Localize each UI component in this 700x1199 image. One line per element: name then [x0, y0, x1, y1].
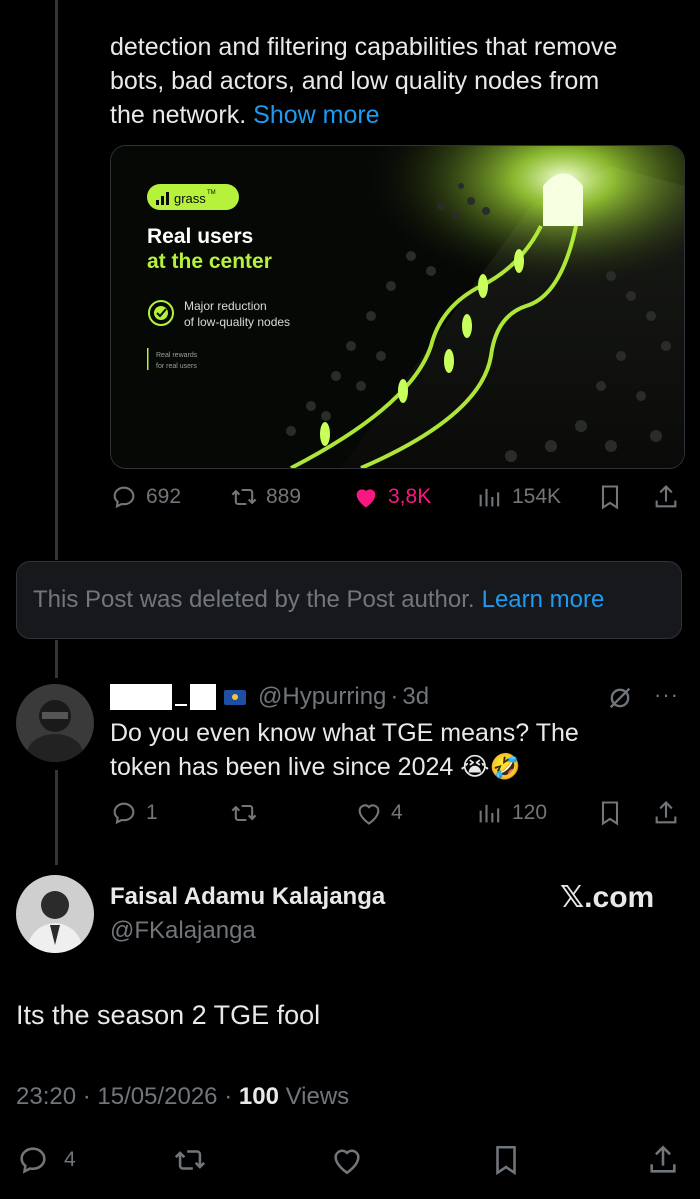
- share-icon: [650, 1145, 676, 1173]
- learn-more-link[interactable]: Learn more: [482, 586, 605, 614]
- meta-dot: ·: [82, 1083, 91, 1110]
- main-post-avatar[interactable]: [16, 875, 94, 953]
- main-post-meta: 23:20 · 15/05/2026 · 100 Views: [16, 1083, 349, 1111]
- post-date[interactable]: 15/05/2026: [97, 1083, 217, 1110]
- reply-text: Do you even know what TGE means? The tok…: [110, 716, 670, 784]
- media-footnote-line2: for real users: [156, 363, 197, 370]
- x-com-watermark: 𝕏.com: [560, 881, 655, 914]
- post-text-line: bots, bad actors, and low quality nodes …: [110, 67, 600, 95]
- redacted-name-underscore: [175, 704, 187, 706]
- main-repost-button[interactable]: [173, 1143, 207, 1177]
- reply-handle[interactable]: @Hypurring: [258, 683, 386, 711]
- share-icon: [655, 485, 677, 508]
- reply-emojis: 😭🤣: [460, 753, 521, 781]
- views-label: Views: [285, 1083, 350, 1110]
- post-text: detection and filtering capabilities tha…: [110, 30, 680, 132]
- reply-bookmark-button[interactable]: [596, 799, 624, 827]
- reply-button[interactable]: 692: [110, 483, 181, 511]
- main-bookmark-button[interactable]: [489, 1143, 523, 1177]
- reply-time[interactable]: 3d: [402, 683, 429, 711]
- bookmark-icon: [601, 801, 619, 826]
- reply-count: 692: [146, 485, 182, 508]
- main-post-author-name[interactable]: Faisal Adamu Kalajanga: [110, 883, 385, 911]
- repost-icon: [174, 1150, 206, 1170]
- meta-dot: ·: [224, 1083, 233, 1110]
- reply-dot: ·: [390, 683, 399, 710]
- reply-action-bar: 1 4 120: [0, 796, 700, 832]
- bookmark-icon: [601, 485, 619, 510]
- media-feature-line1: Major reduction: [184, 299, 267, 313]
- repost-count: 889: [266, 485, 302, 508]
- share-button[interactable]: [652, 483, 680, 511]
- heart-icon: [358, 804, 380, 825]
- reply-text-line: Do you even know what TGE means? The: [110, 719, 579, 747]
- main-share-button[interactable]: [646, 1143, 680, 1177]
- post-text-line: detection and filtering capabilities tha…: [110, 33, 618, 61]
- reply-reply-count: 1: [146, 801, 158, 824]
- reply-views-button[interactable]: 120: [476, 799, 547, 827]
- redacted-name-block: [190, 684, 216, 710]
- heart-filled-icon: [356, 489, 376, 508]
- bookmark-icon: [496, 1145, 516, 1176]
- bookmark-button[interactable]: [596, 483, 624, 511]
- heart-icon: [334, 1149, 360, 1175]
- post-media-image[interactable]: grass TM Real users at the center Major …: [110, 145, 685, 469]
- post-text-line: the network.: [110, 101, 247, 129]
- main-reply-button[interactable]: 4: [16, 1143, 76, 1177]
- media-headline-line2: at the center: [147, 250, 272, 273]
- thread-line-middle: [55, 640, 58, 678]
- show-more-link[interactable]: Show more: [253, 101, 379, 129]
- reply-reply-button[interactable]: 1: [110, 799, 158, 827]
- main-post-handle[interactable]: @FKalajanga: [110, 917, 256, 945]
- main-post-action-bar: 4: [0, 1140, 700, 1180]
- share-icon: [655, 801, 677, 824]
- media-logo-tm: TM: [207, 190, 216, 196]
- main-like-button[interactable]: [330, 1143, 364, 1177]
- reply-icon: [113, 486, 135, 509]
- reply-icon: [20, 1147, 46, 1174]
- reply-share-button[interactable]: [652, 799, 680, 827]
- reply-repost-button[interactable]: [230, 799, 266, 827]
- media-headline-line1: Real users: [147, 225, 253, 248]
- more-options-icon[interactable]: ···: [654, 682, 679, 708]
- thread-line-top: [55, 0, 58, 560]
- views-count: 154K: [512, 485, 562, 508]
- reply-avatar[interactable]: [16, 684, 94, 762]
- post-time[interactable]: 23:20: [16, 1083, 76, 1110]
- reply-text-line: token has been live since 2024: [110, 753, 454, 781]
- repost-icon: [231, 488, 257, 506]
- like-count: 3,8K: [388, 485, 432, 508]
- reply-like-count: 4: [391, 801, 403, 824]
- media-feature-line2: of low-quality nodes: [184, 315, 290, 329]
- views-bar-chart-icon: [479, 804, 500, 823]
- post-action-bar: 692 889 3,8K 154K: [0, 480, 700, 516]
- reply-icon: [113, 802, 135, 825]
- redacted-name-block: [110, 684, 172, 710]
- repost-icon: [231, 804, 257, 822]
- main-post-text: Its the season 2 TGE fool: [16, 1000, 321, 1030]
- grok-icon[interactable]: [606, 684, 634, 717]
- reply-header: @Hypurring · 3d: [110, 680, 429, 714]
- reply-like-button[interactable]: 4: [355, 799, 403, 827]
- reply-views-count: 120: [512, 801, 548, 824]
- deleted-post-notice: This Post was deleted by the Post author…: [16, 561, 682, 639]
- media-footnote-line1: Real rewards: [156, 352, 198, 359]
- media-logo-text: grass: [174, 191, 206, 206]
- main-reply-count: 4: [64, 1148, 76, 1171]
- views-button[interactable]: 154K: [476, 483, 561, 511]
- deleted-notice-text: This Post was deleted by the Post author…: [33, 586, 475, 613]
- views-count: 100: [238, 1083, 279, 1110]
- like-button[interactable]: 3,8K: [352, 483, 431, 511]
- repost-button[interactable]: 889: [230, 483, 301, 511]
- flag-icon: [224, 689, 246, 705]
- views-bar-chart-icon: [479, 488, 500, 507]
